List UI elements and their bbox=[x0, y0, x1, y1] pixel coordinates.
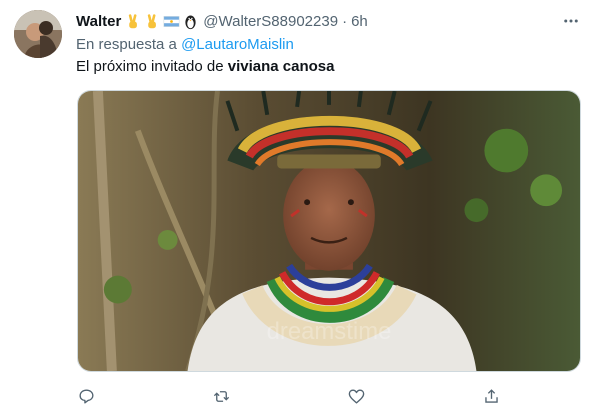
retweet-icon bbox=[213, 390, 229, 402]
retweet-button[interactable] bbox=[209, 384, 233, 408]
tweet[interactable]: Walter @WalterS88902239 · 6h En respuest… bbox=[0, 0, 598, 419]
argentina-flag-icon bbox=[163, 13, 180, 30]
share-icon bbox=[484, 388, 498, 403]
author-emojis bbox=[125, 13, 199, 30]
separator-dot: · bbox=[342, 12, 348, 30]
share-button[interactable] bbox=[479, 384, 503, 408]
tweet-header: Walter @WalterS88902239 · 6h bbox=[76, 11, 368, 31]
more-icon bbox=[564, 19, 578, 23]
avatar[interactable] bbox=[14, 10, 62, 58]
tweet-photo[interactable]: dreamstime bbox=[77, 90, 581, 372]
reply-context: En respuesta a @LautaroMaislin bbox=[76, 36, 294, 53]
more-options-button[interactable] bbox=[556, 10, 586, 32]
victory-hand-icon bbox=[125, 13, 142, 30]
reply-mention-link[interactable]: @LautaroMaislin bbox=[181, 36, 294, 53]
author-handle[interactable]: @WalterS88902239 bbox=[203, 13, 338, 30]
heart-icon bbox=[348, 388, 364, 404]
tweet-text: El próximo invitado de viviana canosa bbox=[76, 58, 334, 75]
tweet-text-prefix: El próximo invitado de bbox=[76, 58, 224, 75]
tweet-actions bbox=[74, 384, 504, 408]
reply-button[interactable] bbox=[74, 384, 98, 408]
victory-hand-icon bbox=[144, 13, 161, 30]
tweet-time[interactable]: 6h bbox=[351, 13, 368, 30]
photo-watermark: dreamstime bbox=[267, 318, 392, 345]
photo-image: dreamstime bbox=[78, 91, 580, 371]
author-name[interactable]: Walter bbox=[76, 13, 121, 30]
like-button[interactable] bbox=[344, 384, 368, 408]
tweet-text-bold: viviana canosa bbox=[227, 58, 335, 75]
penguin-icon bbox=[182, 13, 199, 30]
reply-icon bbox=[78, 388, 94, 404]
reply-prefix: En respuesta a bbox=[76, 36, 177, 53]
